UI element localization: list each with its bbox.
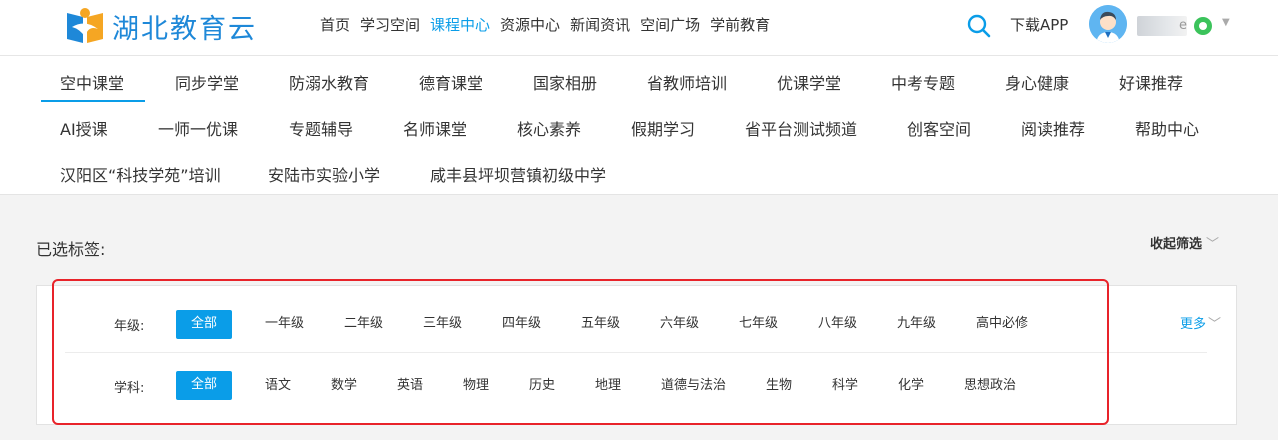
user-avatar[interactable] xyxy=(1089,5,1127,43)
user-menu-caret-icon[interactable]: ▼ xyxy=(1222,17,1230,28)
search-icon[interactable] xyxy=(966,13,992,39)
subject-option[interactable]: 数学 xyxy=(331,372,357,400)
subject-option[interactable]: 物理 xyxy=(463,372,489,400)
download-app-link[interactable]: 下载APP xyxy=(1010,14,1068,35)
more-grades-label: 更多 xyxy=(1180,317,1207,332)
logo-book-icon xyxy=(64,5,106,47)
category-item[interactable]: 名师课堂 xyxy=(403,116,467,140)
site-logo-text: 湖北教育云 xyxy=(112,13,257,45)
grade-option[interactable]: 八年级 xyxy=(818,310,857,338)
subject-option[interactable]: 地理 xyxy=(595,372,621,400)
subject-option[interactable]: 思想政治 xyxy=(964,372,1016,400)
category-item[interactable]: 咸丰县坪坝营镇初级中学 xyxy=(430,162,606,186)
grade-option[interactable]: 二年级 xyxy=(344,310,383,338)
site-logo[interactable]: 湖北教育云 xyxy=(64,4,257,48)
category-item[interactable]: 中考专题 xyxy=(891,70,955,94)
collapse-filter-button[interactable]: 收起筛选 ﹀ xyxy=(1150,233,1219,252)
category-item[interactable]: 帮助中心 xyxy=(1135,116,1199,140)
grade-option[interactable]: 一年级 xyxy=(265,310,304,338)
category-item[interactable]: 国家相册 xyxy=(533,70,597,94)
grade-option-all[interactable]: 全部 xyxy=(176,310,232,339)
category-item[interactable]: 身心健康 xyxy=(1005,70,1069,94)
filter-panel xyxy=(36,285,1237,425)
nav-item-preschool[interactable]: 学前教育 xyxy=(710,14,770,35)
subject-option[interactable]: 道德与法治 xyxy=(661,372,726,400)
category-nav: 空中课堂 同步学堂 防溺水教育 德育课堂 国家相册 省教师培训 优课学堂 中考专… xyxy=(0,56,1278,195)
category-item[interactable]: AI授课 xyxy=(60,116,108,140)
category-item[interactable]: 安陆市实验小学 xyxy=(268,162,380,186)
nav-item-space-plaza[interactable]: 空间广场 xyxy=(640,14,700,35)
grade-option[interactable]: 七年级 xyxy=(739,310,778,338)
subject-filter-label: 学科: xyxy=(114,381,145,396)
category-item[interactable]: 防溺水教育 xyxy=(289,70,369,94)
more-grades-button[interactable]: 更多 ﹀ xyxy=(1180,313,1221,332)
nav-item-news[interactable]: 新闻资讯 xyxy=(570,14,630,35)
category-item[interactable]: 省平台测试频道 xyxy=(745,116,857,140)
nav-item-course-center[interactable]: 课程中心 xyxy=(430,14,490,35)
category-item[interactable]: 创客空间 xyxy=(907,116,971,140)
category-item[interactable]: 同步学堂 xyxy=(175,70,239,94)
main-nav: 首页 学习空间 课程中心 资源中心 新闻资讯 空间广场 学前教育 xyxy=(320,14,780,35)
grade-filter-label: 年级: xyxy=(114,319,145,334)
filter-row-divider xyxy=(65,352,1207,353)
grade-option[interactable]: 六年级 xyxy=(660,310,699,338)
category-item[interactable]: 专题辅导 xyxy=(289,116,353,140)
username-masked[interactable]: e xyxy=(1137,16,1187,36)
category-item[interactable]: 省教师培训 xyxy=(647,70,727,94)
nav-item-resource-center[interactable]: 资源中心 xyxy=(500,14,560,35)
subject-option[interactable]: 化学 xyxy=(898,372,924,400)
user-level-badge-icon xyxy=(1194,17,1212,35)
category-item[interactable]: 优课学堂 xyxy=(777,70,841,94)
grade-option[interactable]: 高中必修 xyxy=(976,310,1028,338)
category-item[interactable]: 假期学习 xyxy=(631,116,695,140)
selected-tags-label: 已选标签: xyxy=(36,240,106,259)
subject-option[interactable]: 科学 xyxy=(832,372,858,400)
category-item[interactable]: 空中课堂 xyxy=(60,70,124,94)
category-item[interactable]: 核心素养 xyxy=(517,116,581,140)
subject-option[interactable]: 历史 xyxy=(529,372,555,400)
active-category-underline xyxy=(41,100,145,102)
category-item[interactable]: 好课推荐 xyxy=(1119,70,1183,94)
collapse-filter-label: 收起筛选 xyxy=(1150,237,1203,252)
grade-option[interactable]: 九年级 xyxy=(897,310,936,338)
category-item[interactable]: 德育课堂 xyxy=(419,70,483,94)
category-item[interactable]: 汉阳区“科技学苑”培训 xyxy=(60,162,221,186)
subject-option[interactable]: 生物 xyxy=(766,372,792,400)
grade-option[interactable]: 四年级 xyxy=(502,310,541,338)
subject-option[interactable]: 语文 xyxy=(265,372,291,400)
nav-item-home[interactable]: 首页 xyxy=(320,14,350,35)
nav-item-study-space[interactable]: 学习空间 xyxy=(360,14,420,35)
subject-option-all[interactable]: 全部 xyxy=(176,371,232,400)
category-item[interactable]: 一师一优课 xyxy=(158,116,238,140)
subject-option[interactable]: 英语 xyxy=(397,372,423,400)
chevron-down-icon: ﹀ xyxy=(1206,237,1220,252)
chevron-down-icon: ﹀ xyxy=(1208,317,1222,332)
grade-option[interactable]: 五年级 xyxy=(581,310,620,338)
category-item[interactable]: 阅读推荐 xyxy=(1021,116,1085,140)
top-header: 湖北教育云 首页 学习空间 课程中心 资源中心 新闻资讯 空间广场 学前教育 下… xyxy=(0,0,1278,56)
grade-option[interactable]: 三年级 xyxy=(423,310,462,338)
